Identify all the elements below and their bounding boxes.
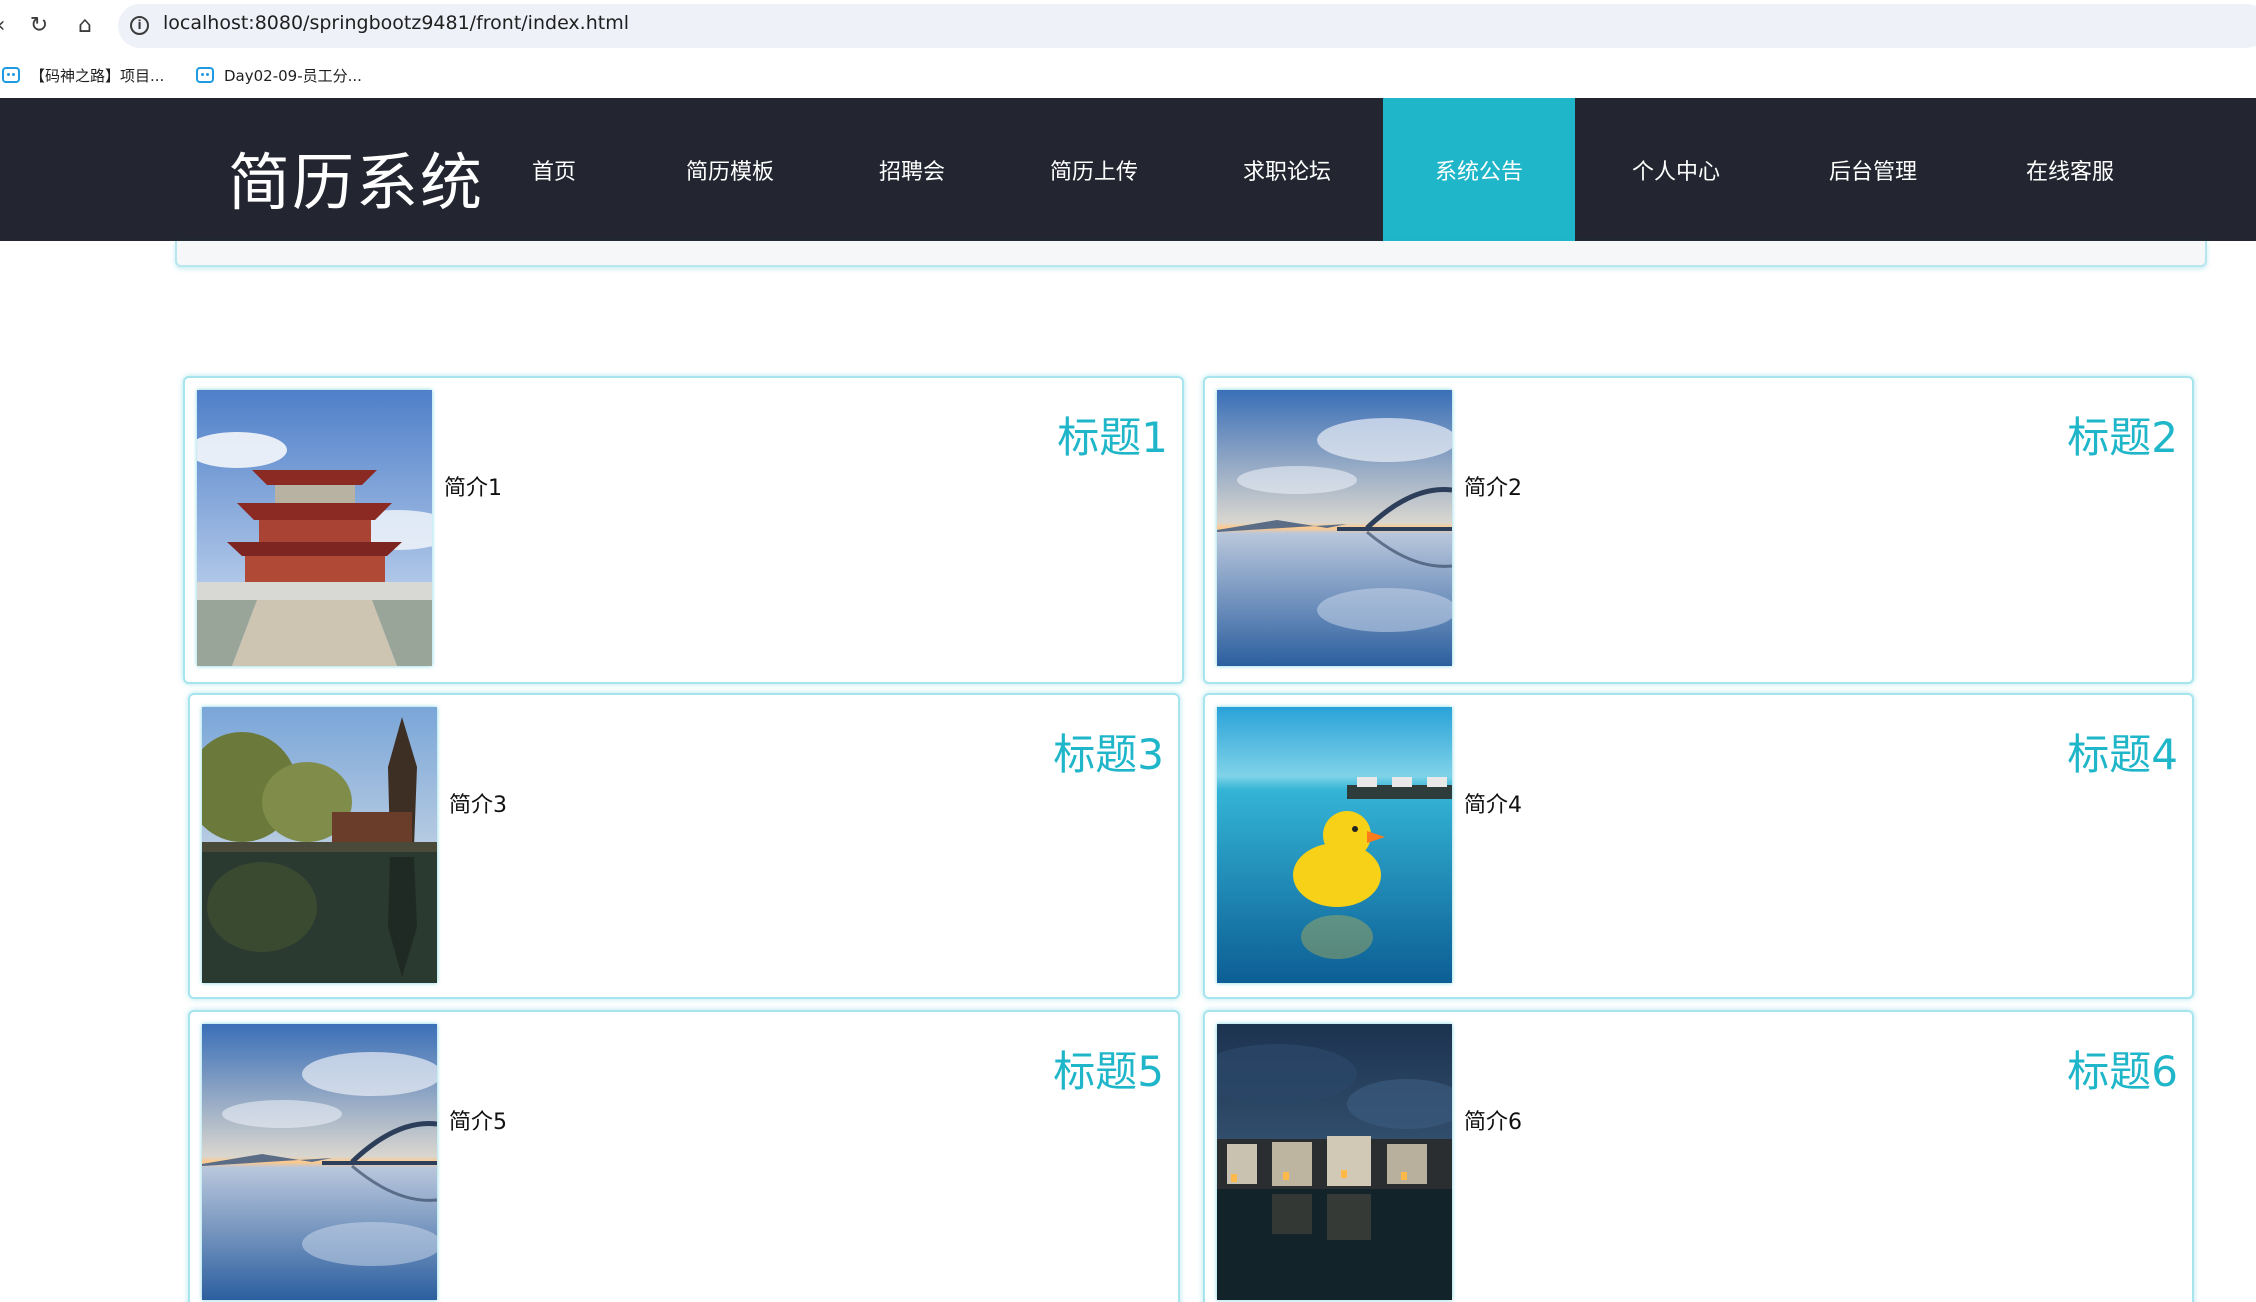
bilibili-icon <box>196 67 214 83</box>
nav-item-profile[interactable]: 个人中心 <box>1614 98 1738 241</box>
pagoda-lake-reflection-photo-icon <box>202 707 437 983</box>
back-arrow-icon[interactable]: ‹ <box>0 13 14 39</box>
notice-summary: 简介3 <box>449 793 507 818</box>
notice-summary: 简介4 <box>1464 793 1522 818</box>
bookmarks-bar: 【码神之路】项目... Day02-09-员工分... <box>0 52 2256 98</box>
notice-image[interactable] <box>1217 707 1452 983</box>
notice-card[interactable]: 标题5 简介5 <box>188 1010 1180 1302</box>
nav-item-job-fair[interactable]: 招聘会 <box>860 98 964 241</box>
notice-title[interactable]: 标题4 <box>2067 721 2178 782</box>
bookmark-label: Day02-09-员工分... <box>224 66 362 85</box>
notice-image[interactable] <box>1217 390 1452 666</box>
notice-title[interactable]: 标题5 <box>1053 1038 1164 1099</box>
site-header: 简历系统 首页 简历模板 招聘会 简历上传 求职论坛 系统公告 个人中心 后台管… <box>0 98 2256 241</box>
bookmark-item[interactable]: 【码神之路】项目... <box>2 64 164 86</box>
notice-summary: 简介6 <box>1464 1110 1522 1135</box>
rubber-duck-pool-photo-icon <box>1217 707 1452 983</box>
notice-image[interactable] <box>202 707 437 983</box>
lake-bridge-sunrise-photo-icon <box>1217 390 1452 666</box>
notice-title[interactable]: 标题2 <box>2067 404 2178 465</box>
notice-summary: 简介5 <box>449 1110 507 1135</box>
notice-card[interactable]: 标题1 简介1 <box>183 376 1184 684</box>
notice-card[interactable]: 标题4 简介4 <box>1203 693 2194 999</box>
notice-image[interactable] <box>197 390 432 666</box>
notice-card[interactable]: 标题6 简介6 <box>1203 1010 2194 1302</box>
nav-item-resume-templates[interactable]: 简历模板 <box>668 98 792 241</box>
notice-title[interactable]: 标题1 <box>1057 404 1168 465</box>
bookmark-item[interactable]: Day02-09-员工分... <box>196 64 362 86</box>
notice-summary: 简介2 <box>1464 476 1522 501</box>
notice-card[interactable]: 标题2 简介2 <box>1203 376 2194 684</box>
url-text[interactable]: localhost:8080/springbootz9481/front/ind… <box>163 12 629 34</box>
notice-summary: 简介1 <box>444 476 502 501</box>
notice-card[interactable]: 标题3 简介3 <box>188 693 1180 999</box>
browser-address-bar: ‹ ↻ ⌂ i localhost:8080/springbootz9481/f… <box>0 0 2256 52</box>
village-night-reflection-photo-icon <box>1217 1024 1452 1300</box>
notice-image[interactable] <box>1217 1024 1452 1300</box>
nav-item-admin[interactable]: 后台管理 <box>1811 98 1935 241</box>
site-info-icon[interactable]: i <box>130 16 149 35</box>
bookmark-label: 【码神之路】项目... <box>30 66 165 85</box>
bilibili-icon <box>2 67 20 83</box>
reload-icon[interactable]: ↻ <box>26 13 52 39</box>
nav-item-home[interactable]: 首页 <box>510 98 598 241</box>
pagoda-temple-photo-icon <box>197 390 432 666</box>
home-icon[interactable]: ⌂ <box>72 13 98 39</box>
nav-item-forum[interactable]: 求职论坛 <box>1225 98 1349 241</box>
notice-image[interactable] <box>202 1024 437 1300</box>
lake-bridge-sunrise-photo-icon <box>202 1024 437 1300</box>
notice-title[interactable]: 标题6 <box>2067 1038 2178 1099</box>
nav-item-online-service[interactable]: 在线客服 <box>2008 98 2132 241</box>
site-brand[interactable]: 简历系统 <box>228 132 484 222</box>
nav-item-resume-upload[interactable]: 简历上传 <box>1032 98 1156 241</box>
notice-title[interactable]: 标题3 <box>1053 721 1164 782</box>
nav-item-announcements[interactable]: 系统公告 <box>1383 98 1575 241</box>
breadcrumb-strip <box>175 241 2207 267</box>
